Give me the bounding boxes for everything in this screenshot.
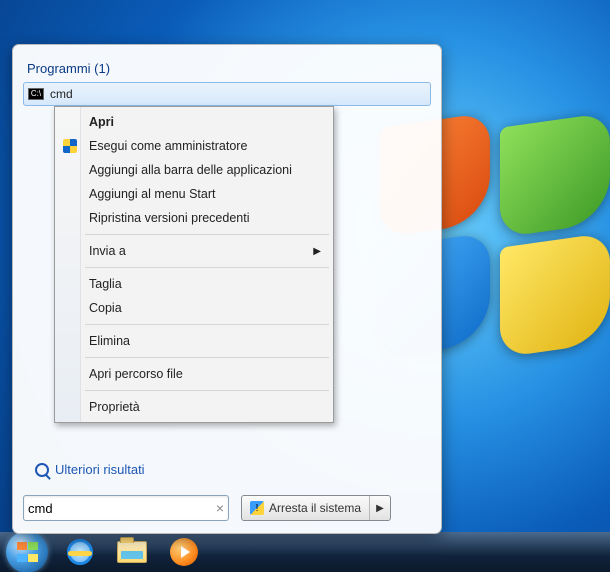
ctx-copy-label: Copia [89,301,122,315]
ctx-pin-start-label: Aggiungi al menu Start [89,187,215,201]
ctx-restore-previous[interactable]: Ripristina versioni precedenti [57,206,331,230]
ctx-run-as-admin[interactable]: Esegui come amministratore [57,134,331,158]
ctx-properties-label: Proprietà [89,400,140,414]
ctx-separator [85,267,329,268]
search-input[interactable]: cmd × [23,495,229,521]
shutdown-label: Arresta il sistema [269,501,361,515]
uac-shield-icon [62,138,78,154]
ctx-open-file-location[interactable]: Apri percorso file [57,362,331,386]
search-result-label: cmd [50,87,73,101]
shutdown-options-arrow[interactable]: ▶ [370,503,390,514]
clear-search-icon[interactable]: × [216,500,224,516]
context-menu: Apri Esegui come amministratore Aggiungi… [54,106,334,423]
ctx-open-label: Apri [89,115,114,129]
shutdown-button[interactable]: ! Arresta il sistema ▶ [241,495,391,521]
taskbar-explorer[interactable] [112,537,152,567]
shield-warning-icon: ! [250,501,264,515]
cmd-icon: C:\ [28,88,44,100]
ctx-separator [85,390,329,391]
ctx-copy[interactable]: Copia [57,296,331,320]
ctx-restore-prev-label: Ripristina versioni precedenti [89,211,250,225]
more-results-label: Ulteriori risultati [55,462,145,477]
results-section-label: Programmi (1) [27,61,427,76]
ctx-pin-start[interactable]: Aggiungi al menu Start [57,182,331,206]
search-icon [35,463,49,477]
start-menu-footer: cmd × ! Arresta il sistema ▶ [23,495,431,521]
ctx-pin-taskbar[interactable]: Aggiungi alla barra delle applicazioni [57,158,331,182]
taskbar-media-player[interactable] [164,537,204,567]
ctx-separator [85,357,329,358]
ctx-separator [85,324,329,325]
search-result-cmd[interactable]: C:\ cmd [23,82,431,106]
ctx-run-admin-label: Esegui come amministratore [89,139,247,153]
taskbar-ie[interactable] [60,537,100,567]
search-input-value: cmd [28,501,216,516]
ctx-open[interactable]: Apri [57,110,331,134]
ctx-open-location-label: Apri percorso file [89,367,183,381]
ctx-cut-label: Taglia [89,277,122,291]
ctx-send-to-label: Invia a [89,244,126,258]
file-explorer-icon [117,541,147,563]
submenu-arrow-icon: ▶ [313,246,321,257]
more-results-link[interactable]: Ulteriori risultati [35,462,145,477]
ctx-properties[interactable]: Proprietà [57,395,331,419]
ctx-delete[interactable]: Elimina [57,329,331,353]
ctx-pin-taskbar-label: Aggiungi alla barra delle applicazioni [89,163,292,177]
ctx-separator [85,234,329,235]
media-player-icon [170,538,198,566]
internet-explorer-icon [67,539,93,565]
ctx-delete-label: Elimina [89,334,130,348]
taskbar [0,532,610,572]
ctx-send-to[interactable]: Invia a ▶ [57,239,331,263]
ctx-cut[interactable]: Taglia [57,272,331,296]
start-button[interactable] [6,531,48,572]
